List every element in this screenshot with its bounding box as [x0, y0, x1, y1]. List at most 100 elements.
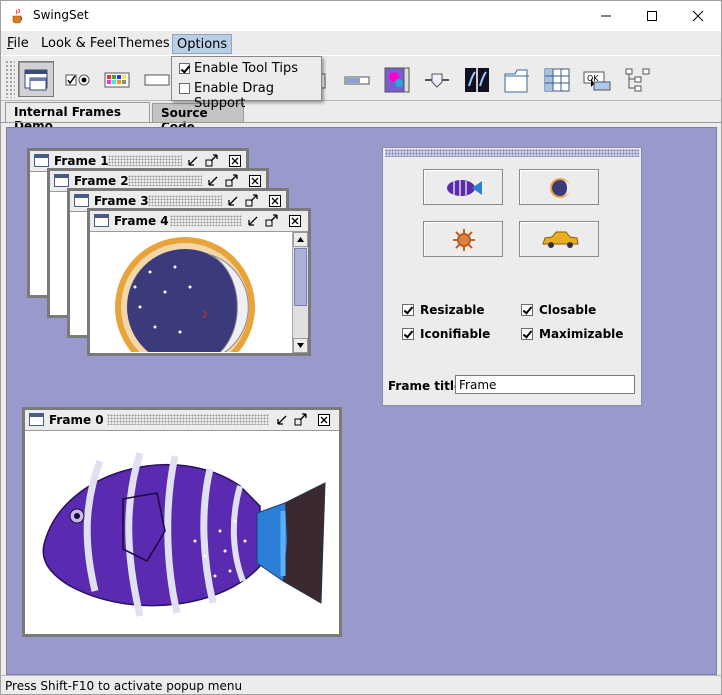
demo-tabs: Internal Frames Demo Source Code	[1, 102, 721, 134]
menu-file-rest: ile	[13, 36, 29, 51]
scroll-up-button[interactable]	[293, 232, 308, 247]
create-moon-frame-button[interactable]	[519, 169, 599, 205]
menu-bar: File Look & Feel Themes Options	[1, 32, 721, 55]
close-frame-icon	[269, 195, 281, 207]
close-frame-button[interactable]	[288, 214, 303, 228]
toolbar-internal-frame-button[interactable]	[18, 61, 54, 97]
frame-icon	[34, 154, 49, 167]
maximize-frame-button[interactable]	[204, 154, 219, 168]
maximize-frame-button[interactable]	[293, 413, 308, 427]
close-frame-icon	[249, 175, 261, 187]
minimize-button[interactable]	[583, 1, 629, 31]
scroll-pane-icon	[384, 67, 410, 93]
toolbar-tabbed-pane-button[interactable]	[498, 61, 534, 97]
java-cup-icon	[12, 8, 23, 24]
internal-frame-0[interactable]: Frame 0	[22, 407, 342, 637]
desktop-pane: Frame 1 Frame 2 Frame 3 Frame 4 Frame 0 …	[6, 127, 717, 675]
close-frame-icon	[229, 155, 241, 167]
maximize-frame-icon	[225, 174, 238, 187]
close-frame-button[interactable]	[228, 154, 243, 168]
toolbar-combobox-button[interactable]	[138, 61, 174, 97]
frame-title-input[interactable]	[455, 375, 635, 394]
iconify-icon	[228, 196, 238, 206]
scroll-down-button[interactable]	[293, 338, 308, 353]
internal-frame-4[interactable]: Frame 4	[87, 208, 311, 356]
iconify-button[interactable]	[246, 214, 261, 228]
close-frame-button[interactable]	[248, 174, 263, 188]
create-fish-frame-button[interactable]	[423, 169, 503, 205]
maximize-frame-icon	[265, 214, 278, 227]
close-frame-icon	[318, 414, 330, 426]
toolbar-tree-button[interactable]	[618, 61, 654, 97]
create-sun-frame-button[interactable]	[423, 221, 503, 257]
frame-title-grip	[148, 195, 222, 206]
enable-drag-support-checkbox[interactable]	[179, 83, 190, 94]
split-pane-icon	[465, 68, 489, 92]
tree-icon	[625, 68, 650, 92]
menu-item-enable-tool-tips[interactable]: Enable Tool Tips	[176, 59, 318, 79]
checkbox-radio-icon	[65, 74, 90, 86]
scroll-thumb[interactable]	[294, 248, 307, 306]
maximizable-check-box[interactable]	[521, 328, 533, 340]
frame-title-bar[interactable]: Frame 4	[90, 211, 308, 231]
close-button[interactable]	[675, 1, 721, 31]
maximize-frame-icon	[294, 413, 307, 426]
toolbar-checkbox-button[interactable]	[58, 61, 94, 97]
toolbar-grip[interactable]	[5, 60, 15, 98]
title-bar: SwingSet	[1, 1, 721, 31]
menu-options[interactable]: Options	[172, 34, 233, 54]
frame-title-bar[interactable]: Frame 0	[25, 410, 339, 430]
maximize-button[interactable]	[629, 1, 675, 31]
frame-title-grip	[108, 155, 182, 166]
toolbar-tooltip-button[interactable]: OK	[578, 61, 614, 97]
iconify-icon	[208, 176, 218, 186]
internal-frame-icon	[24, 69, 48, 91]
close-icon	[692, 10, 704, 22]
toolbar-scroll-pane-button[interactable]	[378, 61, 414, 97]
maximize-frame-button[interactable]	[244, 194, 259, 208]
toolbar-color-chooser-button[interactable]	[98, 61, 134, 97]
maximize-frame-button[interactable]	[224, 174, 239, 188]
frame-content	[25, 430, 339, 634]
arrow-up-icon	[297, 237, 304, 242]
table-icon	[544, 68, 570, 92]
toolbar-split-pane-button[interactable]	[458, 61, 494, 97]
color-chooser-icon	[104, 72, 130, 88]
moon-icon	[550, 178, 570, 198]
iconify-button[interactable]	[186, 154, 201, 168]
frame-icon	[29, 413, 44, 426]
slider-icon	[425, 73, 449, 88]
iconify-button[interactable]	[206, 174, 221, 188]
menu-look-and-feel[interactable]: Look & Feel	[37, 34, 120, 54]
iconify-button[interactable]	[226, 194, 241, 208]
resizable-check-box[interactable]	[402, 304, 414, 316]
tab-internal-frames-demo[interactable]: Internal Frames Demo	[5, 102, 150, 133]
toolbar-progress-bar-button[interactable]	[338, 61, 374, 97]
iconifiable-check-box[interactable]	[402, 328, 414, 340]
maximize-frame-button[interactable]	[264, 214, 279, 228]
iconify-icon	[188, 156, 198, 166]
close-frame-button[interactable]	[317, 413, 332, 427]
frame-4-scrollbar[interactable]	[292, 232, 308, 353]
create-cab-frame-button[interactable]	[519, 221, 599, 257]
maximize-frame-icon	[205, 154, 218, 167]
tabbed-pane-icon	[504, 69, 529, 93]
toolbar-table-button[interactable]	[538, 61, 574, 97]
maximize-frame-icon	[245, 194, 258, 207]
menu-item-enable-drag-support[interactable]: Enable Drag Support	[176, 79, 318, 111]
iconify-icon	[248, 216, 258, 226]
menu-themes[interactable]: Themes	[114, 34, 174, 54]
moon-image	[115, 237, 255, 352]
panel-title-grip[interactable]	[385, 149, 639, 157]
menu-file[interactable]: File	[3, 34, 33, 54]
options-popup-menu: Enable Tool Tips Enable Drag Support	[171, 56, 322, 111]
close-frame-button[interactable]	[268, 194, 283, 208]
closable-check-box[interactable]	[521, 304, 533, 316]
toolbar-slider-button[interactable]	[418, 61, 454, 97]
maximize-icon	[647, 11, 657, 21]
frame-content	[90, 231, 308, 353]
window-title: SwingSet	[33, 8, 89, 22]
progress-bar-icon	[344, 76, 370, 85]
iconify-button[interactable]	[275, 413, 290, 427]
enable-tool-tips-checkbox[interactable]	[179, 63, 190, 74]
